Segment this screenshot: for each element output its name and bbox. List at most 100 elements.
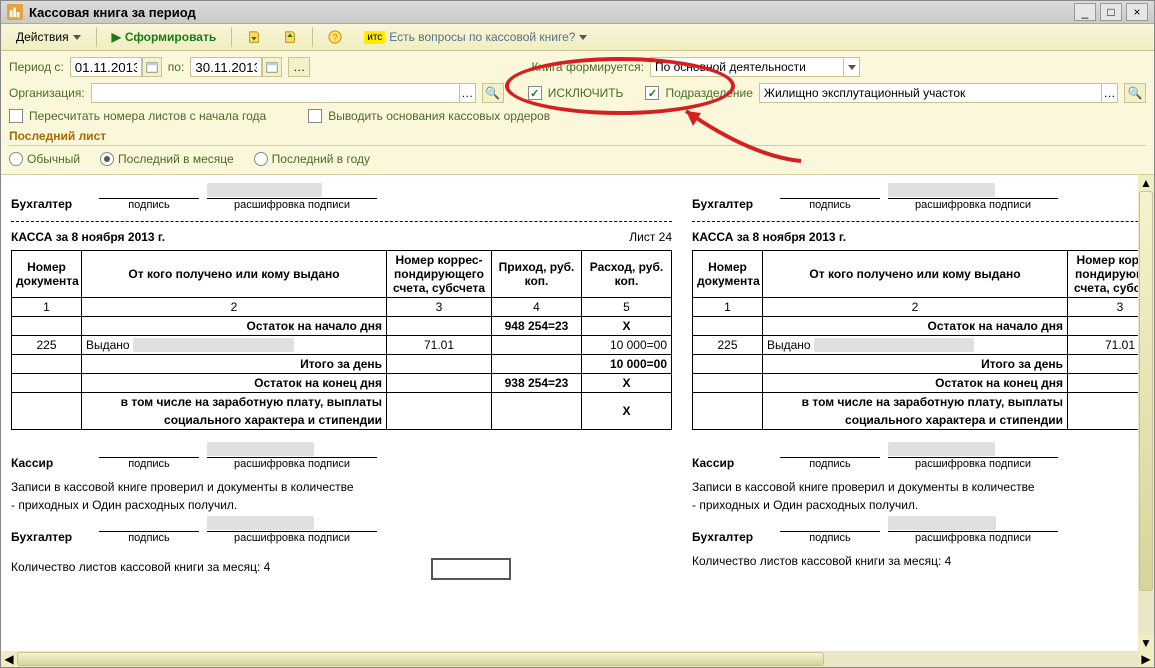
scroll-thumb[interactable] (1139, 191, 1153, 591)
expense-val: 10 000=00 (582, 336, 672, 355)
balance-start-val: 948 254=23 (492, 317, 582, 336)
calendar-icon[interactable] (142, 57, 162, 77)
x-mark: X (582, 317, 672, 336)
colnum: 1 (693, 298, 763, 317)
form-button-label: Сформировать (125, 30, 216, 44)
signature-caption: подпись (780, 532, 880, 544)
cash-title: КАССА за 8 ноября 2013 г. (11, 230, 165, 244)
doc-num: 225 (12, 336, 82, 355)
division-checkbox[interactable]: ✓ (645, 86, 659, 100)
col-income: Приход, руб. коп. (492, 251, 582, 298)
vertical-scrollbar[interactable]: ▲ ▼ (1138, 175, 1154, 651)
toolbar: Действия ▶ Сформировать ? итс Есть вопро… (1, 24, 1154, 51)
day-total: Итого за день (763, 355, 1068, 374)
report-document: Бухгалтер подпись Б________________расши… (1, 175, 1154, 584)
recount-label: Пересчитать номера листов с начала года (29, 109, 266, 123)
balance-start: Остаток на начало дня (82, 317, 387, 336)
col-docnum: Номер документа (693, 251, 763, 298)
print-basis-label: Выводить основания кассовых ордеров (328, 109, 550, 123)
decode-caption: расшифровка подписи (888, 458, 1058, 470)
cash-table-copy: Номер документа От кого получено или ком… (692, 250, 1154, 430)
corr-acct: 71.01 (387, 336, 492, 355)
period-to-input[interactable] (190, 57, 262, 77)
signature-caption: подпись (99, 199, 199, 211)
cash-table: Номер документа От кого получено или ком… (11, 250, 672, 430)
its-help-link[interactable]: итс Есть вопросы по кассовой книге? (355, 27, 596, 47)
footer-line2: - приходных и Один расходных получил. (692, 498, 1154, 512)
chevron-down-icon[interactable] (843, 58, 859, 76)
exclude-label: ИСКЛЮЧИТЬ (548, 86, 624, 100)
chevron-down-icon (73, 35, 81, 40)
save-settings-button[interactable] (238, 27, 270, 47)
horizontal-scrollbar[interactable]: ◀ ▶ (1, 651, 1154, 667)
division-select[interactable]: Жилищно эксплутационный участок … (759, 83, 1118, 103)
dashed-separator (11, 221, 672, 222)
division-label: Подразделение (665, 86, 752, 100)
minimize-button[interactable]: _ (1074, 3, 1096, 21)
salary-line2: социального характера и стипендии (82, 411, 387, 430)
decode-caption: расшифровка подписи (207, 458, 377, 470)
scroll-left-icon[interactable]: ◀ (1, 651, 17, 667)
doc-num: 225 (693, 336, 763, 355)
signature-caption: подпись (99, 532, 199, 544)
calendar-icon[interactable] (262, 57, 282, 77)
scroll-right-icon[interactable]: ▶ (1138, 651, 1154, 667)
radio-label: Последний в месяце (118, 152, 234, 166)
day-total: Итого за день (82, 355, 387, 374)
load-settings-button[interactable] (274, 27, 306, 47)
radio-last-year[interactable]: Последний в году (254, 152, 370, 166)
col-expense: Расход, руб. коп. (582, 251, 672, 298)
colnum: 2 (763, 298, 1068, 317)
form-button[interactable]: ▶ Сформировать (103, 27, 226, 47)
cash-title: КАССА за 8 ноября 2013 г. (692, 230, 1154, 244)
help-button[interactable]: ? (319, 27, 351, 47)
exclude-checkbox[interactable]: ✓ (528, 86, 542, 100)
app-window: Кассовая книга за период _ □ × Действия … (0, 0, 1155, 668)
colnum: 3 (387, 298, 492, 317)
col-docnum: Номер документа (12, 251, 82, 298)
accountant-label: Бухгалтер (692, 530, 772, 544)
radio-ordinary[interactable]: Обычный (9, 152, 80, 166)
signature-caption: подпись (99, 458, 199, 470)
its-badge: итс (364, 31, 385, 44)
accountant-label: Бухгалтер (11, 197, 91, 211)
close-button[interactable]: × (1126, 3, 1148, 21)
org-open-button[interactable]: 🔍 (482, 83, 504, 103)
month-sheets-count: Количество листов кассовой книги за меся… (692, 554, 1154, 568)
scroll-down-icon[interactable]: ▼ (1138, 635, 1154, 651)
separator (96, 27, 97, 47)
period-from-input[interactable] (70, 57, 142, 77)
accountant-label: Бухгалтер (692, 197, 772, 211)
print-basis-checkbox[interactable] (308, 109, 322, 123)
salary-line1: в том числе на заработную плату, выплаты (82, 393, 387, 412)
radio-label: Обычный (27, 152, 80, 166)
accountant-label: Бухгалтер (11, 530, 91, 544)
period-select-button[interactable]: … (288, 57, 310, 77)
actions-label: Действия (16, 30, 69, 44)
decode-caption: расшифровка подписи (207, 199, 377, 211)
book-mode-label: Книга формируется: (532, 60, 645, 74)
section-title: Последний лист (9, 129, 1146, 146)
decode-caption: расшифровка подписи (888, 199, 1058, 211)
salary-line1: в том числе на заработную плату, выплаты (763, 393, 1068, 412)
org-select[interactable]: … (91, 83, 476, 103)
book-mode-select[interactable]: По основной деятельности (650, 57, 860, 77)
footer-line2: - приходных и Один расходных получил. (11, 498, 672, 512)
maximize-button[interactable]: □ (1100, 3, 1122, 21)
help-link-text: Есть вопросы по кассовой книге? (389, 30, 575, 44)
separator (231, 27, 232, 47)
recount-checkbox[interactable] (9, 109, 23, 123)
scroll-up-icon[interactable]: ▲ (1138, 175, 1154, 191)
col-corr: Номер коррес- пондирующего счета, субсче… (387, 251, 492, 298)
ellipsis-icon[interactable]: … (459, 84, 475, 102)
report-area[interactable]: Бухгалтер подпись Б________________расши… (1, 175, 1154, 651)
scroll-thumb-h[interactable] (17, 652, 824, 666)
actions-menu[interactable]: Действия (7, 27, 90, 47)
page-number: Лист 24 (165, 230, 672, 244)
radio-last-month[interactable]: Последний в месяце (100, 152, 234, 166)
colnum: 4 (492, 298, 582, 317)
colnum: 1 (12, 298, 82, 317)
division-open-button[interactable]: 🔍 (1124, 83, 1146, 103)
ellipsis-icon[interactable]: … (1101, 84, 1117, 102)
app-icon (7, 4, 23, 20)
